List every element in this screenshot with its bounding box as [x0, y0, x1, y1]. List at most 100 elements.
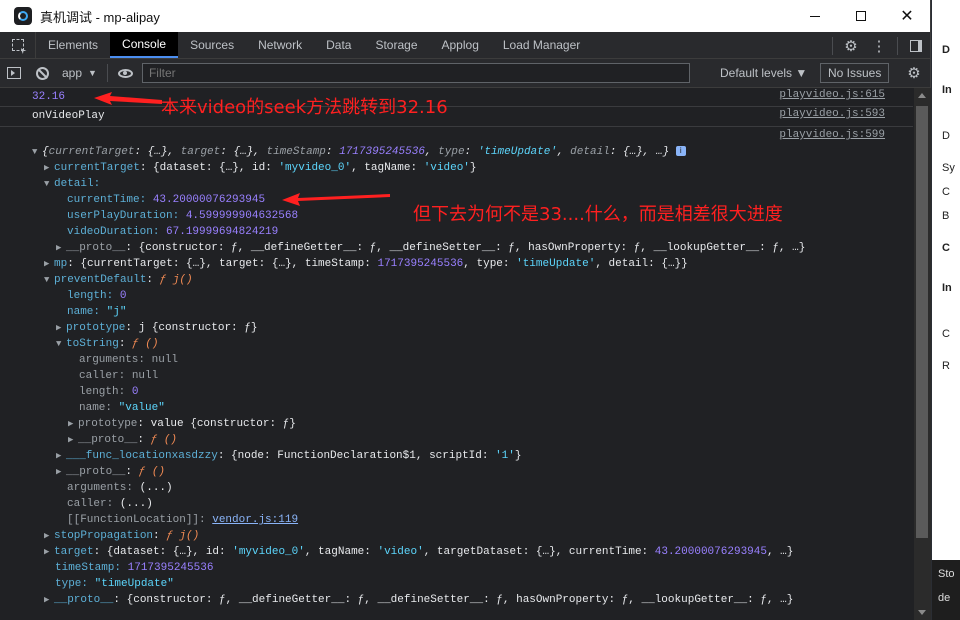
bg-window-text: B [942, 210, 950, 222]
tree-row[interactable]: ▶ mp: {currentTarget: {…}, target: {…}, t… [44, 256, 688, 272]
tree-row[interactable]: ▼ detail: [44, 176, 100, 192]
filter-input[interactable] [141, 63, 690, 83]
prop-value: , tagName: [304, 546, 378, 558]
tree-row[interactable]: ▶ __proto__: {constructor: ƒ, __defineGet… [56, 240, 805, 256]
prop-key: __proto__ [66, 466, 126, 478]
source-link[interactable]: playvideo.js:615 [779, 89, 885, 101]
prop-key: detail [570, 146, 610, 158]
source-link[interactable]: playvideo.js:593 [779, 108, 885, 120]
console-output[interactable]: 32.16 playvideo.js:615 onVideoPlay playv… [0, 88, 913, 620]
prop-value: ƒ () [132, 338, 159, 350]
prop-key: caller: [79, 370, 126, 382]
minimize-icon [810, 15, 820, 17]
prop-value: , tagName: [351, 162, 424, 174]
collapse-triangle-icon: ▼ [32, 147, 38, 157]
bg-window-text: C [942, 186, 950, 198]
tree-row: arguments: (...) [67, 480, 173, 496]
close-button[interactable]: ✕ [884, 0, 930, 32]
scroll-down-arrow-icon[interactable] [918, 610, 926, 615]
tree-row[interactable]: ▶ __proto__: ƒ () [56, 464, 165, 480]
expand-triangle-icon: ▶ [44, 595, 50, 605]
tree-row: length: 0 [67, 288, 126, 304]
prop-value: : {node: FunctionDeclaration$1, scriptId… [217, 450, 496, 462]
scrollbar-thumb[interactable] [916, 106, 928, 538]
info-icon[interactable]: i [675, 146, 686, 157]
console-scrollbar[interactable] [914, 88, 931, 620]
maximize-icon [856, 11, 866, 21]
prop-key: __proto__ [54, 594, 114, 606]
tab-storage[interactable]: Storage [363, 32, 429, 58]
prop-value: 67.19999694824219 [166, 226, 279, 238]
prop-key: type [438, 146, 465, 158]
tree-row[interactable]: ▶ ___func_locationxasdzzy: {node: Functio… [56, 448, 522, 464]
annotation-arrow-1 [94, 92, 162, 105]
tab-data[interactable]: Data [314, 32, 363, 58]
prop-value[interactable]: (...) [140, 482, 173, 494]
prop-value: "value" [118, 402, 165, 414]
tree-row: currentTime: 43.20000076293945 [67, 192, 265, 208]
prop-value: 4.599999904632568 [185, 210, 299, 222]
chevron-down-icon: ▼ [88, 68, 97, 78]
show-sidebar-button[interactable] [0, 60, 28, 87]
prop-key: mp [54, 258, 68, 270]
annotation-text-2: 但下去为何不是33....什么，而是相差很大进度 [413, 204, 783, 225]
annotation-text-1: 本来video的seek方法跳转到32.16 [161, 97, 448, 118]
tab-applog[interactable]: Applog [430, 32, 491, 58]
bg-window-text: Sto [938, 568, 955, 580]
prop-value: : {…}, [134, 146, 181, 158]
tree-row[interactable]: ▼ preventDefault: ƒ j() [44, 272, 193, 288]
settings-button[interactable]: ⚙ [837, 32, 865, 59]
bg-window-text: C [942, 328, 950, 340]
tree-row[interactable]: ▶ currentTarget: {dataset: {…}, id: 'myvi… [44, 160, 477, 176]
tree-row: userPlayDuration: 4.599999904632568 [67, 208, 298, 224]
console-settings-button[interactable]: ⚙ [900, 59, 928, 86]
tree-row[interactable]: ▼ toString: ƒ () [56, 336, 158, 352]
prop-value: 'myvideo_0' [278, 162, 352, 174]
issues-button[interactable]: No Issues [820, 63, 890, 83]
tab-elements[interactable]: Elements [36, 32, 110, 58]
expand-triangle-icon: ▶ [56, 243, 62, 253]
object-summary[interactable]: ▼ {currentTarget: {…}, target: {…}, timeS… [32, 144, 686, 160]
tree-row[interactable]: ▶ stopPropagation: ƒ j() [44, 528, 199, 544]
console-toolbar: app ▼ Default levels ▼ No Issues ⚙ [0, 59, 930, 88]
tab-sources[interactable]: Sources [178, 32, 246, 58]
bg-window-text: D [942, 44, 950, 56]
context-selector[interactable]: app ▼ [56, 66, 103, 80]
prop-key: stopPropagation [54, 530, 154, 542]
tree-row[interactable]: ▶ __proto__: ƒ () [68, 432, 177, 448]
prop-key: userPlayDuration: [67, 210, 180, 222]
prop-key: prototype [78, 418, 138, 430]
prop-value: , …} [766, 546, 794, 558]
tree-row[interactable]: ▶ prototype: j {constructor: ƒ} [56, 320, 257, 336]
clear-console-button[interactable] [28, 60, 56, 87]
prop-value: ƒ () [138, 466, 166, 478]
function-location-link[interactable]: vendor.js:119 [212, 514, 298, 526]
tab-load-manager[interactable]: Load Manager [491, 32, 592, 58]
tree-row[interactable]: ▶ prototype: value {constructor: ƒ} [68, 416, 296, 432]
kebab-menu-icon: ⋮ [871, 37, 887, 55]
prop-key: videoDuration: [67, 226, 160, 238]
prop-value: 0 [119, 290, 127, 302]
tree-row[interactable]: ▶ target: {dataset: {…}, id: 'myvideo_0',… [44, 544, 793, 560]
live-expression-button[interactable] [112, 60, 140, 87]
tree-row: [[FunctionLocation]]: vendor.js:119 [67, 512, 298, 528]
prop-key: name: [67, 306, 101, 318]
log-levels-dropdown[interactable]: Default levels ▼ [720, 59, 807, 87]
tree-row[interactable]: ▶ __proto__: {constructor: ƒ, __defineGet… [44, 592, 793, 608]
inspect-element-button[interactable] [0, 32, 36, 58]
bg-window-text: In [942, 84, 952, 96]
sidebar-toggle-icon [7, 67, 21, 79]
tab-network[interactable]: Network [246, 32, 314, 58]
more-options-button[interactable]: ⋮ [865, 32, 893, 59]
prop-value[interactable]: (...) [120, 498, 153, 510]
prop-value: 'timeUpdate' [477, 146, 557, 158]
app-logo-icon [14, 7, 32, 25]
minimize-button[interactable] [792, 0, 838, 32]
scroll-up-arrow-icon[interactable] [918, 93, 926, 98]
tree-row: length: 0 [79, 384, 138, 400]
source-link[interactable]: playvideo.js:599 [779, 129, 885, 141]
maximize-button[interactable] [838, 0, 884, 32]
dock-side-button[interactable] [902, 32, 930, 59]
tab-console[interactable]: Console [110, 32, 179, 58]
prop-value: 'myvideo_0' [232, 546, 305, 558]
